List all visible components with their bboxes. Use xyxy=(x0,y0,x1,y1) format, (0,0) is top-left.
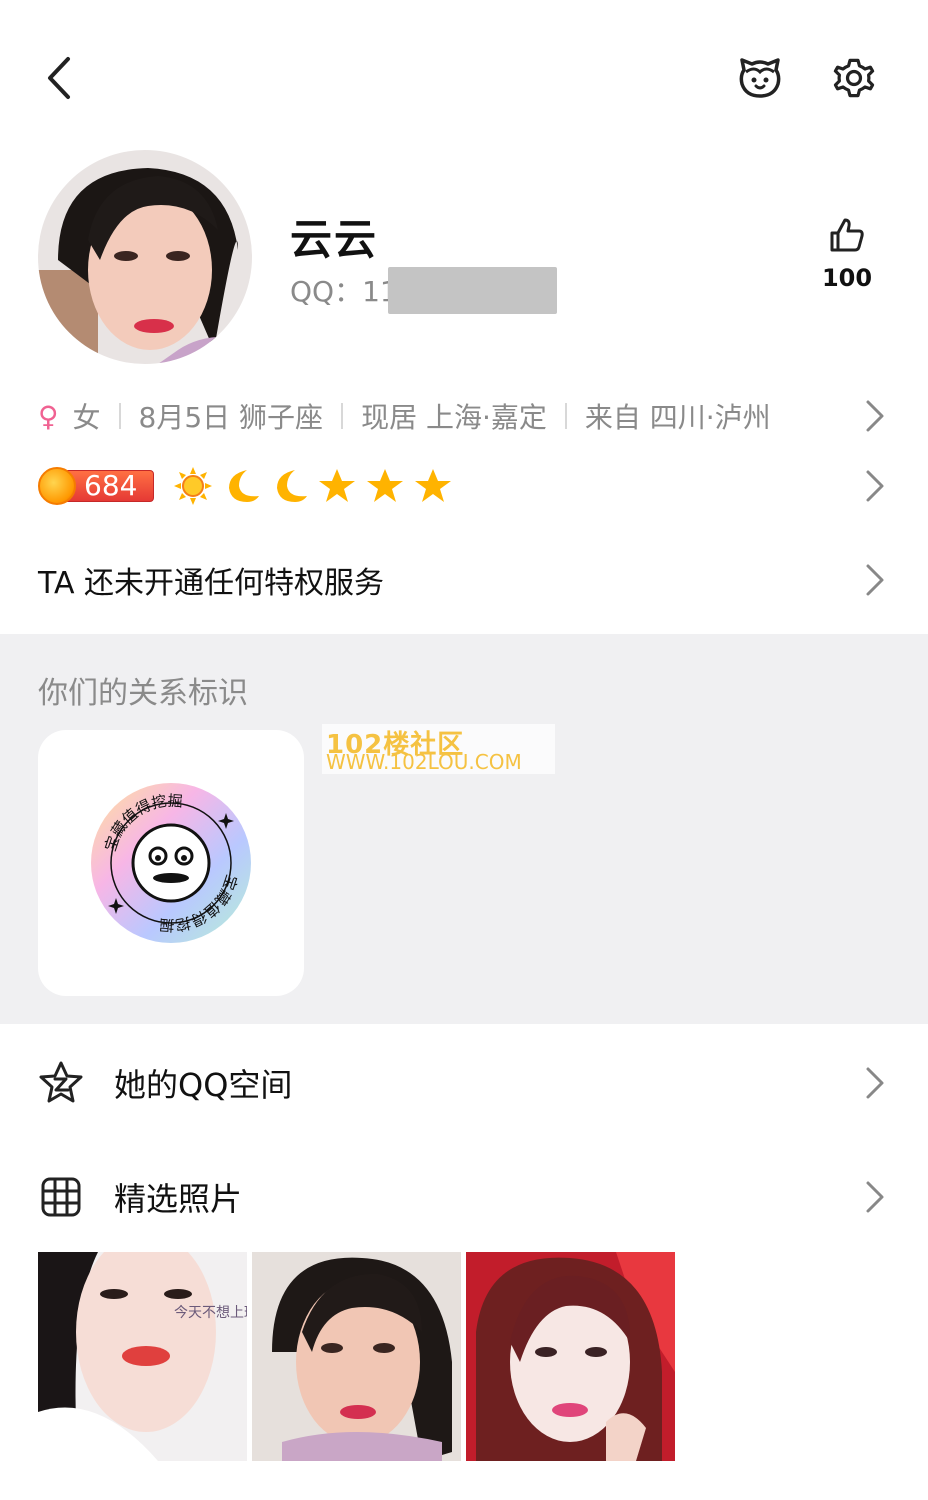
watermark-line2: WWW.102LOU.COM xyxy=(326,750,522,774)
level-coin-icon xyxy=(38,467,76,505)
watermark: 102楼社区 WWW.102LOU.COM xyxy=(322,724,555,774)
avatar[interactable] xyxy=(38,150,252,364)
moon-icon xyxy=(220,465,262,507)
like-count: 100 xyxy=(821,264,873,292)
chevron-right-icon xyxy=(860,1181,890,1213)
qq-level-row[interactable]: 684 xyxy=(38,458,890,514)
settings-button[interactable] xyxy=(826,50,882,106)
chevron-right-icon xyxy=(860,470,890,502)
qzone-row[interactable]: 她的QQ空间 xyxy=(38,1048,890,1118)
qq-number: QQ：11 xyxy=(290,275,398,308)
birthday-text: 8月5日 狮子座 xyxy=(138,401,324,434)
chevron-right-icon xyxy=(860,1067,890,1099)
like-button[interactable]: 100 xyxy=(812,216,882,300)
relation-title: 你们的关系标识 xyxy=(38,676,248,711)
back-button[interactable] xyxy=(30,50,86,106)
star-icon xyxy=(412,465,454,507)
photo-strip: 今天不想上班 xyxy=(38,1252,675,1461)
privilege-text: TA 还未开通任何特权服务 xyxy=(38,566,385,601)
gear-icon xyxy=(833,58,875,98)
level-icons xyxy=(172,465,454,507)
chevron-left-icon xyxy=(48,57,70,99)
treasure-badge-icon: 宝藏值得挖掘 宝藏值得挖掘 xyxy=(91,783,251,943)
grid-icon xyxy=(38,1174,84,1220)
thumbs-up-icon xyxy=(830,218,864,252)
moon-icon xyxy=(268,465,310,507)
pet-button[interactable] xyxy=(732,50,788,106)
qzone-star-icon xyxy=(38,1060,84,1106)
chevron-right-icon xyxy=(860,400,890,432)
photo-thumbnail[interactable] xyxy=(252,1252,461,1461)
level-badge: 684 xyxy=(38,467,154,505)
photos-label: 精选照片 xyxy=(114,1180,243,1218)
pet-face-icon xyxy=(739,58,781,98)
star-icon xyxy=(364,465,406,507)
gender-text: 女 xyxy=(72,401,101,434)
divider xyxy=(341,403,344,429)
relation-badge-card[interactable]: 宝藏值得挖掘 宝藏值得挖掘 xyxy=(38,730,304,996)
photos-row[interactable]: 精选照片 xyxy=(38,1162,890,1232)
residence-text: 现居 上海·嘉定 xyxy=(361,401,547,434)
hometown-text: 来自 四川·泸州 xyxy=(584,401,771,434)
avatar-photo xyxy=(38,150,252,364)
photo-thumbnail[interactable] xyxy=(466,1252,675,1461)
nickname: 云云 xyxy=(290,215,379,264)
photo-overlay-text: 今天不想上班 xyxy=(174,1305,247,1321)
photo-thumbnail[interactable]: 今天不想上班 xyxy=(38,1252,247,1461)
level-value: 684 xyxy=(84,469,138,502)
qq-number-redaction xyxy=(388,267,557,314)
female-icon: ♀ xyxy=(38,399,59,433)
chevron-right-icon xyxy=(860,564,890,596)
top-bar xyxy=(0,0,928,150)
divider xyxy=(564,403,567,429)
divider xyxy=(118,403,121,429)
sun-icon xyxy=(172,465,214,507)
profile-info-row[interactable]: ♀ 女 8月5日 狮子座 现居 上海·嘉定 来自 四川·泸州 xyxy=(38,388,890,444)
privilege-row[interactable]: TA 还未开通任何特权服务 xyxy=(38,548,890,612)
qzone-label: 她的QQ空间 xyxy=(114,1066,293,1104)
relation-section: 你们的关系标识 宝藏值得挖掘 宝藏值得挖掘 102楼社区 WWW.102LOU.… xyxy=(0,634,928,1024)
star-icon xyxy=(316,465,358,507)
